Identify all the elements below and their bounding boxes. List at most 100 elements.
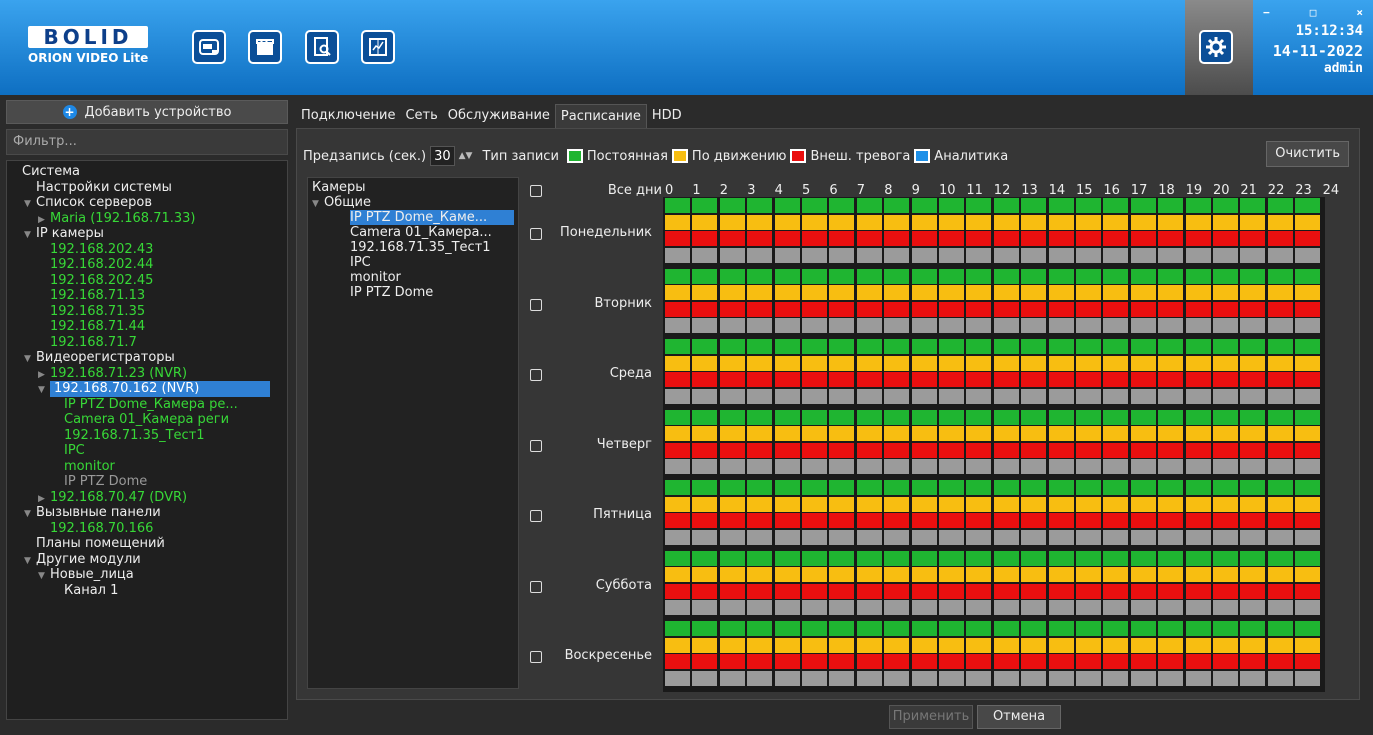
schedule-cell[interactable] (1240, 529, 1266, 545)
schedule-cell[interactable] (939, 318, 964, 334)
schedule-cell[interactable] (747, 231, 773, 247)
schedule-cell[interactable] (1158, 339, 1184, 354)
schedule-cell[interactable] (1021, 285, 1047, 301)
cameras-group[interactable]: ▼ Общие (312, 195, 514, 210)
schedule-cell[interactable] (1076, 339, 1101, 354)
schedule-cell[interactable] (747, 529, 773, 545)
schedule-cell[interactable] (856, 600, 882, 616)
schedule-cell[interactable] (719, 529, 745, 545)
schedule-cell[interactable] (1130, 268, 1156, 284)
schedule-cell[interactable] (1267, 285, 1293, 301)
tree-item[interactable]: Планы помещений (7, 536, 287, 552)
schedule-cell[interactable] (1240, 496, 1266, 512)
schedule-cell[interactable] (747, 388, 773, 404)
schedule-cell[interactable] (1048, 550, 1074, 566)
schedule-cell[interactable] (939, 550, 964, 566)
schedule-cell[interactable] (1267, 301, 1293, 317)
schedule-cell[interactable] (1103, 214, 1129, 230)
schedule-cell[interactable] (829, 670, 855, 686)
schedule-cell[interactable] (719, 637, 745, 653)
schedule-cell[interactable] (966, 442, 992, 458)
schedule-cell[interactable] (802, 301, 827, 317)
schedule-cell[interactable] (1021, 231, 1047, 247)
schedule-cell[interactable] (1021, 442, 1047, 458)
schedule-cell[interactable] (1158, 480, 1184, 495)
schedule-cell[interactable] (911, 670, 937, 686)
schedule-cell[interactable] (966, 214, 992, 230)
schedule-cell[interactable] (1021, 409, 1047, 425)
schedule-cell[interactable] (993, 355, 1019, 371)
schedule-cell[interactable] (1021, 355, 1047, 371)
schedule-cell[interactable] (774, 442, 800, 458)
schedule-cell[interactable] (993, 339, 1019, 354)
schedule-cell[interactable] (1103, 231, 1129, 247)
schedule-cell[interactable] (1158, 583, 1184, 599)
schedule-cell[interactable] (692, 637, 718, 653)
schedule-cell[interactable] (1267, 583, 1293, 599)
schedule-cell[interactable] (1048, 480, 1074, 495)
schedule-cell[interactable] (1021, 318, 1047, 334)
schedule-cell[interactable] (1048, 529, 1074, 545)
schedule-cell[interactable] (1158, 621, 1184, 636)
schedule-cell[interactable] (856, 637, 882, 653)
schedule-cell[interactable] (939, 513, 964, 529)
schedule-cell[interactable] (1213, 496, 1238, 512)
schedule-cell[interactable] (747, 426, 773, 442)
schedule-cell[interactable] (939, 285, 964, 301)
schedule-cell[interactable] (1267, 480, 1293, 495)
schedule-cell[interactable] (1213, 339, 1238, 354)
schedule-cell[interactable] (1130, 600, 1156, 616)
schedule-cell[interactable] (1076, 621, 1101, 636)
schedule-cell[interactable] (1130, 388, 1156, 404)
schedule-cell[interactable] (1103, 621, 1129, 636)
schedule-cell[interactable] (1130, 583, 1156, 599)
schedule-cell[interactable] (1021, 670, 1047, 686)
schedule-cell[interactable] (802, 198, 827, 213)
schedule-cell[interactable] (884, 567, 910, 583)
schedule-cell[interactable] (719, 513, 745, 529)
schedule-cell[interactable] (719, 285, 745, 301)
schedule-cell[interactable] (747, 670, 773, 686)
schedule-cell[interactable] (856, 372, 882, 388)
schedule-cell[interactable] (802, 567, 827, 583)
schedule-cell[interactable] (1048, 214, 1074, 230)
schedule-cell[interactable] (911, 496, 937, 512)
schedule-cell[interactable] (884, 442, 910, 458)
schedule-cell[interactable] (1021, 496, 1047, 512)
schedule-cell[interactable] (1021, 600, 1047, 616)
schedule-cell[interactable] (939, 442, 964, 458)
schedule-cell[interactable] (911, 339, 937, 354)
schedule-cell[interactable] (665, 621, 690, 636)
schedule-cell[interactable] (1158, 442, 1184, 458)
schedule-cell[interactable] (939, 247, 964, 263)
schedule-cell[interactable] (1130, 214, 1156, 230)
camera-icon[interactable] (192, 30, 226, 64)
schedule-cell[interactable] (993, 198, 1019, 213)
schedule-cell[interactable] (1213, 670, 1238, 686)
schedule-cell[interactable] (1185, 231, 1211, 247)
schedule-cell[interactable] (911, 318, 937, 334)
schedule-cell[interactable] (665, 426, 690, 442)
schedule-cell[interactable] (1185, 372, 1211, 388)
schedule-cell[interactable] (939, 459, 964, 475)
schedule-cell[interactable] (802, 247, 827, 263)
schedule-cell[interactable] (966, 409, 992, 425)
schedule-cell[interactable] (1267, 529, 1293, 545)
schedule-cell[interactable] (884, 600, 910, 616)
schedule-cell[interactable] (884, 339, 910, 354)
camera-item[interactable]: IP PTZ Dome_Каме... (312, 210, 514, 225)
tree-item[interactable]: ▼ Вызывные панели (7, 505, 287, 521)
schedule-cell[interactable] (802, 496, 827, 512)
expand-arrow-icon[interactable]: ▼ (38, 569, 50, 583)
schedule-cell[interactable] (1295, 214, 1321, 230)
tree-item[interactable]: 192.168.202.45 (7, 273, 287, 289)
schedule-cell[interactable] (719, 670, 745, 686)
tree-item[interactable]: 192.168.202.44 (7, 257, 287, 273)
schedule-cell[interactable] (802, 550, 827, 566)
schedule-cell[interactable] (1295, 496, 1321, 512)
schedule-cell[interactable] (692, 442, 718, 458)
schedule-cell[interactable] (1048, 600, 1074, 616)
schedule-cell[interactable] (884, 301, 910, 317)
schedule-cell[interactable] (856, 567, 882, 583)
schedule-cell[interactable] (966, 388, 992, 404)
